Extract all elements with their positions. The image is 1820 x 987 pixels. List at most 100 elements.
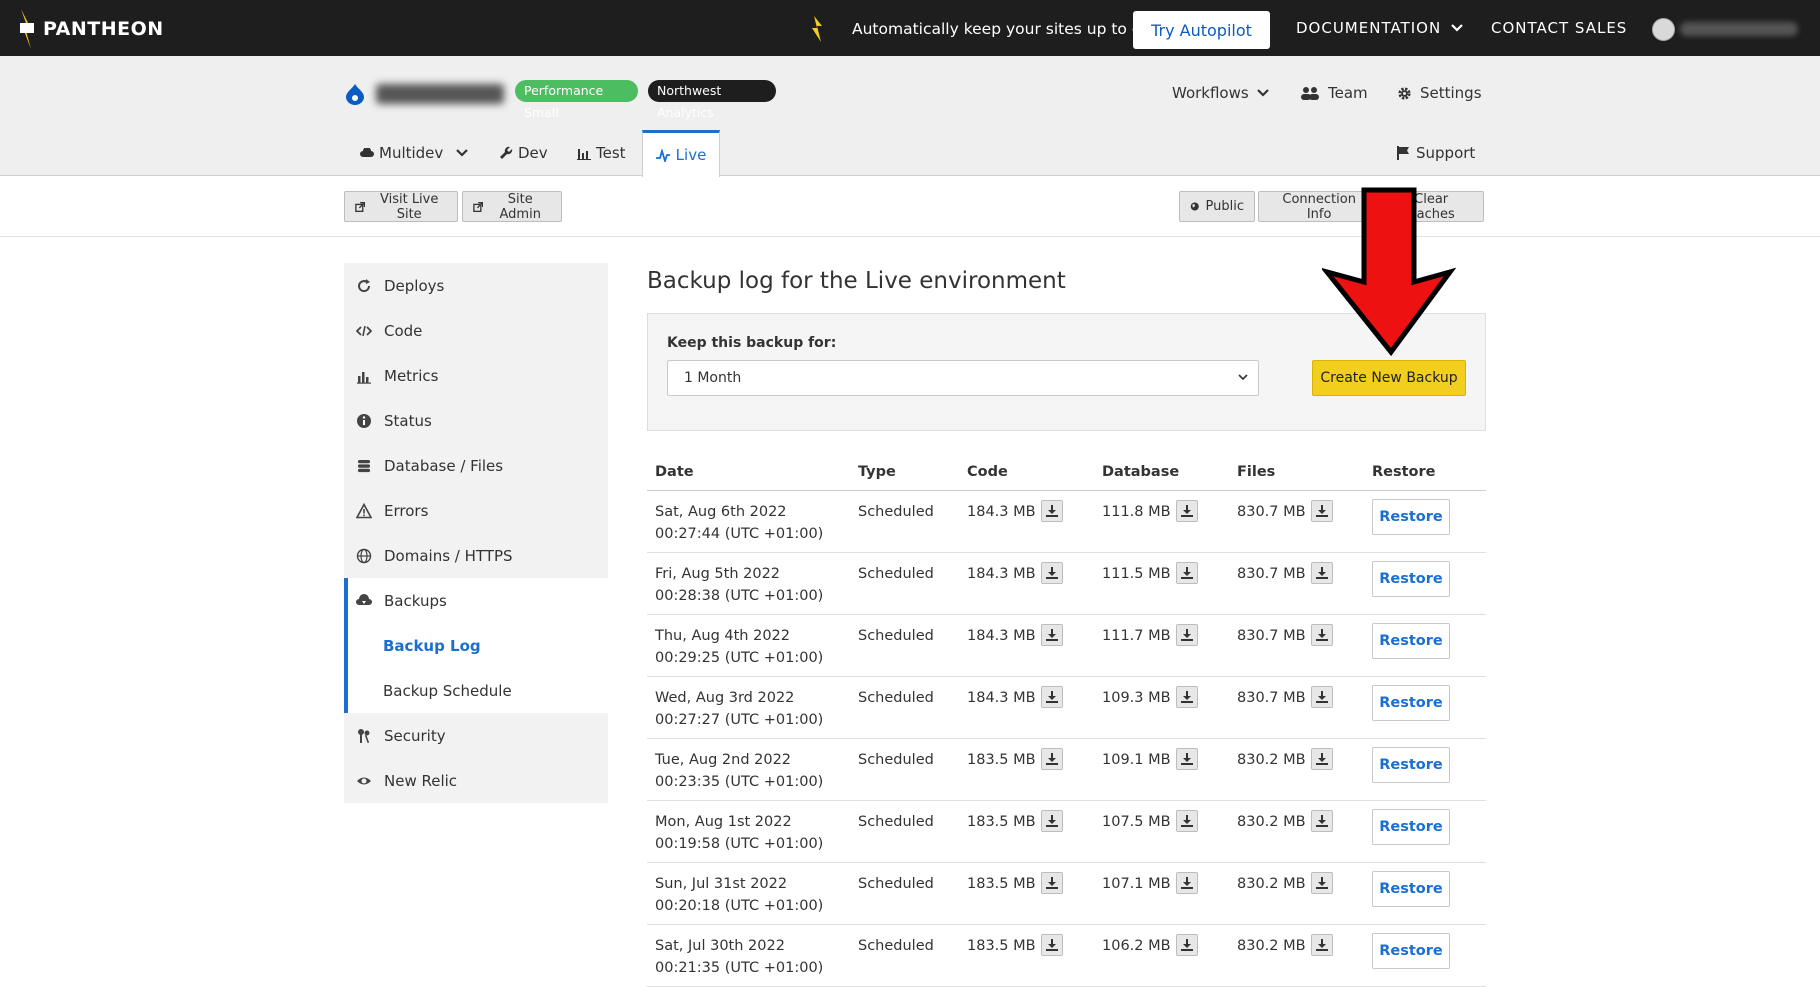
cell-code: 183.5 MB	[959, 924, 1094, 987]
restore-button[interactable]: Restore	[1372, 932, 1450, 969]
sidebar-item-label: Domains / HTTPS	[384, 546, 513, 565]
tab-dev[interactable]: Dev	[499, 144, 548, 162]
cell-files: 830.2 MB	[1229, 738, 1364, 801]
sidebar-item-new-relic[interactable]: New Relic	[344, 758, 608, 803]
download-code-button[interactable]	[1040, 933, 1063, 956]
download-files-button[interactable]	[1310, 685, 1333, 708]
download-code-button[interactable]	[1040, 871, 1063, 894]
sidebar-item-label: Deploys	[384, 276, 445, 295]
public-label: Public	[1205, 199, 1244, 214]
gear-icon	[1398, 86, 1411, 100]
sidebar-item-code[interactable]: Code	[344, 308, 608, 353]
download-database-button[interactable]	[1175, 499, 1198, 522]
visit-live-site-button[interactable]: Visit Live Site	[344, 191, 458, 222]
try-autopilot-button[interactable]: Try Autopilot	[1133, 11, 1270, 49]
settings-link[interactable]: Settings	[1397, 84, 1482, 102]
avatar[interactable]	[1652, 18, 1675, 41]
create-new-backup-button[interactable]: Create New Backup	[1312, 360, 1466, 396]
restore-button[interactable]: Restore	[1372, 808, 1450, 845]
sidebar-item-status[interactable]: Status	[344, 398, 608, 443]
sidebar-item-backup-log[interactable]: Backup Log	[348, 623, 608, 668]
download-icon	[1045, 876, 1058, 889]
site-admin-button[interactable]: Site Admin	[462, 191, 562, 222]
download-files-button[interactable]	[1310, 747, 1333, 770]
download-files-button[interactable]	[1310, 623, 1333, 646]
tab-multidev[interactable]: Multidev	[360, 144, 469, 162]
download-files-button[interactable]	[1310, 933, 1333, 956]
code-size: 183.5 MB	[967, 875, 1036, 892]
sidebar-item-domains-https[interactable]: Domains / HTTPS	[344, 533, 608, 578]
cell-code: 184.3 MB	[959, 552, 1094, 615]
cell-restore: Restore	[1364, 490, 1486, 553]
download-files-button[interactable]	[1310, 809, 1333, 832]
cell-restore: Restore	[1364, 800, 1486, 863]
download-database-button[interactable]	[1175, 871, 1198, 894]
database-size: 109.3 MB	[1102, 689, 1171, 706]
download-database-button[interactable]	[1175, 747, 1198, 770]
team-link[interactable]: Team	[1300, 84, 1368, 102]
user-menu[interactable]	[1680, 22, 1798, 36]
documentation-menu[interactable]: DOCUMENTATION	[1296, 19, 1463, 37]
sidebar-item-database-files[interactable]: Database / Files	[344, 443, 608, 488]
download-code-button[interactable]	[1040, 561, 1063, 584]
download-code-button[interactable]	[1040, 747, 1063, 770]
cell-date: Mon, Aug 1st 2022 00:19:58 (UTC +01:00)	[647, 800, 850, 863]
restore-button[interactable]: Restore	[1372, 870, 1450, 907]
cell-files: 830.2 MB	[1229, 924, 1364, 987]
files-size: 830.7 MB	[1237, 689, 1306, 706]
cell-type: Scheduled	[850, 924, 959, 987]
download-code-button[interactable]	[1040, 809, 1063, 832]
download-icon	[1045, 938, 1058, 951]
restore-button[interactable]: Restore	[1372, 560, 1450, 597]
keep-backup-select[interactable]: 1 Month	[667, 360, 1259, 396]
restore-button[interactable]: Restore	[1372, 622, 1450, 659]
backup-time: 00:21:35 (UTC +01:00)	[655, 959, 824, 976]
restore-button[interactable]: Restore	[1372, 684, 1450, 721]
team-label: Team	[1328, 84, 1368, 102]
public-button[interactable]: Public	[1179, 191, 1255, 222]
sidebar-item-backups[interactable]: Backups	[348, 578, 608, 623]
download-database-button[interactable]	[1175, 809, 1198, 832]
sidebar-item-backup-schedule[interactable]: Backup Schedule	[348, 668, 608, 713]
download-files-button[interactable]	[1310, 499, 1333, 522]
download-database-button[interactable]	[1175, 933, 1198, 956]
download-icon	[1315, 690, 1328, 703]
download-code-button[interactable]	[1040, 623, 1063, 646]
download-icon	[1045, 628, 1058, 641]
download-code-button[interactable]	[1040, 499, 1063, 522]
restore-button[interactable]: Restore	[1372, 746, 1450, 783]
download-database-button[interactable]	[1175, 685, 1198, 708]
pantheon-logo[interactable]: PANTHEON	[17, 8, 167, 50]
site-name	[376, 84, 504, 104]
workflows-menu[interactable]: Workflows	[1172, 84, 1269, 102]
chevron-down-icon	[1451, 24, 1463, 32]
org-badge[interactable]: Northwest Analytics	[648, 80, 776, 120]
sidebar-group-backups: Backups Backup Log Backup Schedule	[344, 578, 608, 713]
table-header-row: Date Type Code Database Files Restore	[647, 454, 1486, 491]
download-database-button[interactable]	[1175, 623, 1198, 646]
tab-test[interactable]: Test	[577, 144, 626, 162]
support-link[interactable]: Support	[1397, 144, 1475, 162]
download-icon	[1180, 628, 1193, 641]
sidebar-item-deploys[interactable]: Deploys	[344, 263, 608, 308]
contact-sales-link[interactable]: CONTACT SALES	[1491, 19, 1627, 37]
download-files-button[interactable]	[1310, 871, 1333, 894]
sidebar-item-metrics[interactable]: Metrics	[344, 353, 608, 398]
backup-log-table: Date Type Code Database Files Restore Sa…	[647, 454, 1486, 987]
restore-button[interactable]: Restore	[1372, 498, 1450, 535]
sidebar-item-security[interactable]: Security	[344, 713, 608, 758]
cell-type: Scheduled	[850, 800, 959, 863]
tab-live[interactable]: Live	[642, 130, 720, 177]
action-bar	[0, 177, 1820, 237]
sidebar-item-errors[interactable]: Errors	[344, 488, 608, 533]
table-row: Wed, Aug 3rd 2022 00:27:27 (UTC +01:00) Sc…	[647, 676, 1486, 739]
download-files-button[interactable]	[1310, 561, 1333, 584]
pulse-icon	[655, 148, 670, 162]
files-size: 830.2 MB	[1237, 937, 1306, 954]
code-size: 183.5 MB	[967, 751, 1036, 768]
cloud-icon	[360, 148, 374, 157]
table-row: Mon, Aug 1st 2022 00:19:58 (UTC +01:00) Sc…	[647, 800, 1486, 863]
download-code-button[interactable]	[1040, 685, 1063, 708]
eye-icon	[357, 777, 371, 784]
download-database-button[interactable]	[1175, 561, 1198, 584]
